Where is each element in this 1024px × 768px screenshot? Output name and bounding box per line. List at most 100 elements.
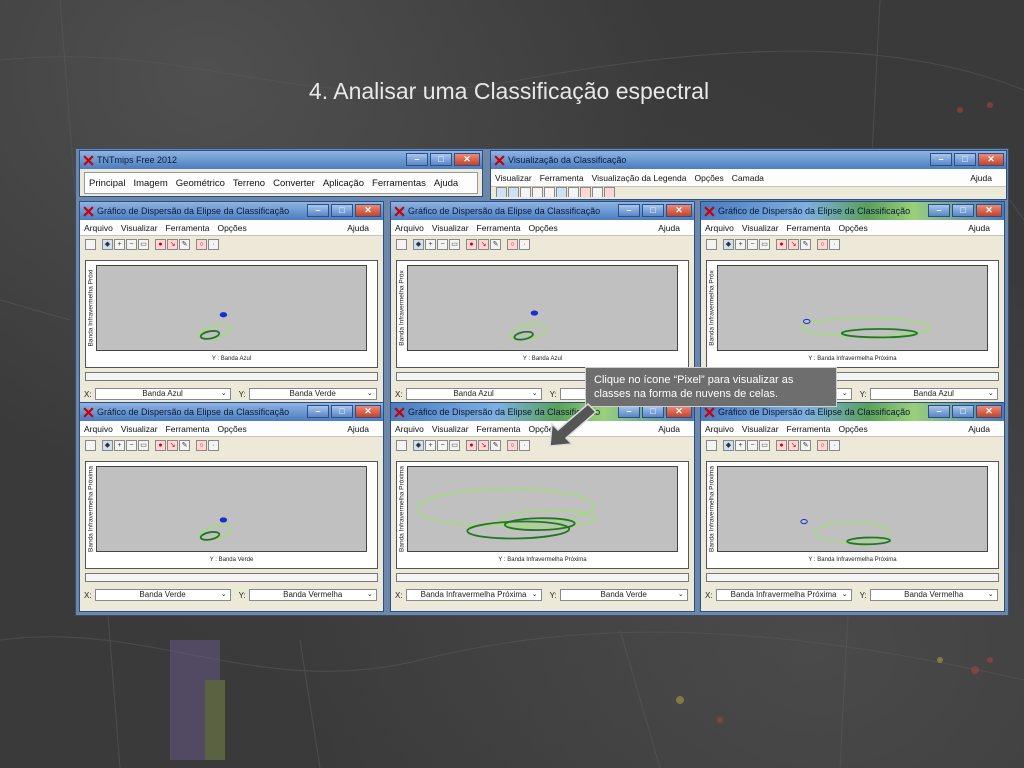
pixel-icon[interactable]: ○	[196, 439, 207, 451]
menu-ferramenta[interactable]: Ferramenta	[477, 223, 521, 233]
zoom-out-icon[interactable]: −	[126, 238, 137, 250]
options-dropdown-icon[interactable]: ·	[208, 439, 219, 451]
options-dropdown-icon[interactable]: ·	[519, 238, 530, 250]
menu-converter[interactable]: Converter	[273, 178, 315, 189]
scatter-plot[interactable]: Banda Infravermelha Próxima Y : Banda In…	[396, 461, 689, 569]
tool-icon[interactable]	[532, 187, 543, 197]
scatter-window-titlebar[interactable]: Gráfico de Dispersão da Elipse da Classi…	[80, 202, 383, 220]
minimize-icon[interactable]: –	[928, 405, 950, 418]
view-window-titlebar[interactable]: Visualização da Classificação – □ ✕	[491, 151, 1006, 169]
menu-principal[interactable]: Principal	[89, 178, 125, 189]
draw-ellipse-icon[interactable]: ↘	[478, 439, 489, 451]
select-icon[interactable]: ◆	[102, 439, 113, 451]
scatter-plot[interactable]: Banda Infravermelha Próx Y : Banda Infra…	[706, 260, 999, 368]
menu-visualizar[interactable]: Visualizar	[121, 424, 158, 434]
menu-ferramenta[interactable]: Ferramenta	[787, 424, 831, 434]
menu-opcoes[interactable]: Opções	[838, 223, 867, 233]
menu-arquivo[interactable]: Arquivo	[705, 223, 734, 233]
menu-arquivo[interactable]: Arquivo	[705, 424, 734, 434]
maximize-icon[interactable]: □	[954, 153, 976, 166]
menu-terreno[interactable]: Terreno	[233, 178, 265, 189]
plot-area[interactable]	[717, 466, 988, 552]
zoom-out-icon[interactable]: −	[747, 238, 758, 250]
new-document-icon[interactable]	[706, 238, 717, 250]
x-band-select[interactable]: Banda Verde ⌄	[94, 589, 231, 601]
scatter-plot[interactable]: Banda Infravermelha Próxi Y : Banda Azul	[85, 260, 378, 368]
zoom-region-icon[interactable]: ●	[466, 238, 477, 250]
edit-icon[interactable]: ✎	[179, 238, 190, 250]
draw-ellipse-icon[interactable]: ↘	[478, 238, 489, 250]
menu-visualizar[interactable]: Visualizar	[432, 223, 469, 233]
new-document-icon[interactable]	[85, 439, 96, 451]
y-band-select[interactable]: Banda Vermelha ⌄	[869, 589, 998, 601]
menu-ajuda[interactable]: Ajuda	[968, 223, 990, 233]
zoom-region-icon[interactable]: ●	[466, 439, 477, 451]
maximize-icon[interactable]: □	[331, 204, 353, 217]
select-icon[interactable]: ◆	[413, 238, 424, 250]
close-icon[interactable]: ✕	[355, 405, 381, 418]
close-icon[interactable]: ✕	[978, 153, 1004, 166]
menu-opcoes[interactable]: Opções	[217, 424, 246, 434]
maximize-icon[interactable]: □	[331, 405, 353, 418]
menu-arquivo[interactable]: Arquivo	[84, 424, 113, 434]
menu-ajuda[interactable]: Ajuda	[658, 424, 680, 434]
x-band-select[interactable]: Banda Infravermelha Próxima ⌄	[715, 589, 852, 601]
scatter-plot[interactable]: Banda Infravermelha Próxima Y : Banda Ve…	[85, 461, 378, 569]
plot-area[interactable]	[96, 466, 367, 552]
minimize-icon[interactable]: –	[406, 153, 428, 166]
close-icon[interactable]: ✕	[976, 204, 1002, 217]
edit-icon[interactable]: ✎	[490, 238, 501, 250]
menu-arquivo[interactable]: Arquivo	[395, 223, 424, 233]
zoom-region-icon[interactable]: ●	[776, 238, 787, 250]
main-window-titlebar[interactable]: TNTmips Free 2012 – □ ✕	[80, 151, 482, 169]
menu-ferramentas[interactable]: Ferramentas	[372, 178, 426, 189]
menu-ferramenta[interactable]: Ferramenta	[166, 424, 210, 434]
menu-ajuda[interactable]: Ajuda	[658, 223, 680, 233]
edit-icon[interactable]: ✎	[800, 238, 811, 250]
scatter-plot[interactable]: Banda Infravermelha Próx Y : Banda Azul	[396, 260, 689, 368]
maximize-icon[interactable]: □	[952, 204, 974, 217]
zoom-out-icon[interactable]: −	[126, 439, 137, 451]
view-menu-ferramenta[interactable]: Ferramenta	[540, 173, 584, 183]
zoom-out-icon[interactable]: −	[437, 439, 448, 451]
edit-icon[interactable]: ✎	[490, 439, 501, 451]
y-band-select[interactable]: Banda Verde ⌄	[559, 589, 688, 601]
menu-arquivo[interactable]: Arquivo	[84, 223, 113, 233]
options-dropdown-icon[interactable]: ·	[208, 238, 219, 250]
close-icon[interactable]: ✕	[454, 153, 480, 166]
tool-icon[interactable]	[556, 187, 567, 197]
new-document-icon[interactable]	[85, 238, 96, 250]
x-band-select[interactable]: Banda Azul ⌄	[405, 388, 542, 400]
zoom-fit-icon[interactable]: ▭	[449, 439, 460, 451]
menu-opcoes[interactable]: Opções	[838, 424, 867, 434]
menu-aplicacao[interactable]: Aplicação	[323, 178, 364, 189]
maximize-icon[interactable]: □	[430, 153, 452, 166]
new-document-icon[interactable]	[396, 238, 407, 250]
view-menu-ajuda[interactable]: Ajuda	[970, 173, 992, 183]
view-menu-opcoes[interactable]: Opções	[694, 173, 723, 183]
menu-visualizar[interactable]: Visualizar	[742, 424, 779, 434]
options-dropdown-icon[interactable]: ·	[829, 439, 840, 451]
scatter-window-titlebar[interactable]: Gráfico de Dispersão da Elipse da Classi…	[80, 403, 383, 421]
menu-visualizar[interactable]: Visualizar	[121, 223, 158, 233]
minimize-icon[interactable]: –	[307, 204, 329, 217]
draw-ellipse-icon[interactable]: ↘	[167, 238, 178, 250]
new-document-icon[interactable]	[396, 439, 407, 451]
horizontal-scrollbar[interactable]	[396, 573, 689, 582]
horizontal-scrollbar[interactable]	[85, 372, 378, 381]
scatter-plot[interactable]: Banda Infravermelha Próxima Y : Banda In…	[706, 461, 999, 569]
pixel-icon[interactable]: ○	[196, 238, 207, 250]
zoom-region-icon[interactable]: ●	[155, 238, 166, 250]
menu-visualizar[interactable]: Visualizar	[742, 223, 779, 233]
edit-icon[interactable]: ✎	[800, 439, 811, 451]
zoom-fit-icon[interactable]: ▭	[449, 238, 460, 250]
menu-ajuda[interactable]: Ajuda	[968, 424, 990, 434]
y-band-select[interactable]: Banda Verde ⌄	[248, 388, 377, 400]
edit-icon[interactable]: ✎	[179, 439, 190, 451]
draw-ellipse-icon[interactable]: ↘	[167, 439, 178, 451]
zoom-in-icon[interactable]: +	[425, 238, 436, 250]
menu-ajuda[interactable]: Ajuda	[347, 223, 369, 233]
zoom-in-icon[interactable]: +	[425, 439, 436, 451]
select-icon[interactable]: ◆	[723, 439, 734, 451]
y-band-select[interactable]: Banda Vermelha ⌄	[248, 589, 377, 601]
